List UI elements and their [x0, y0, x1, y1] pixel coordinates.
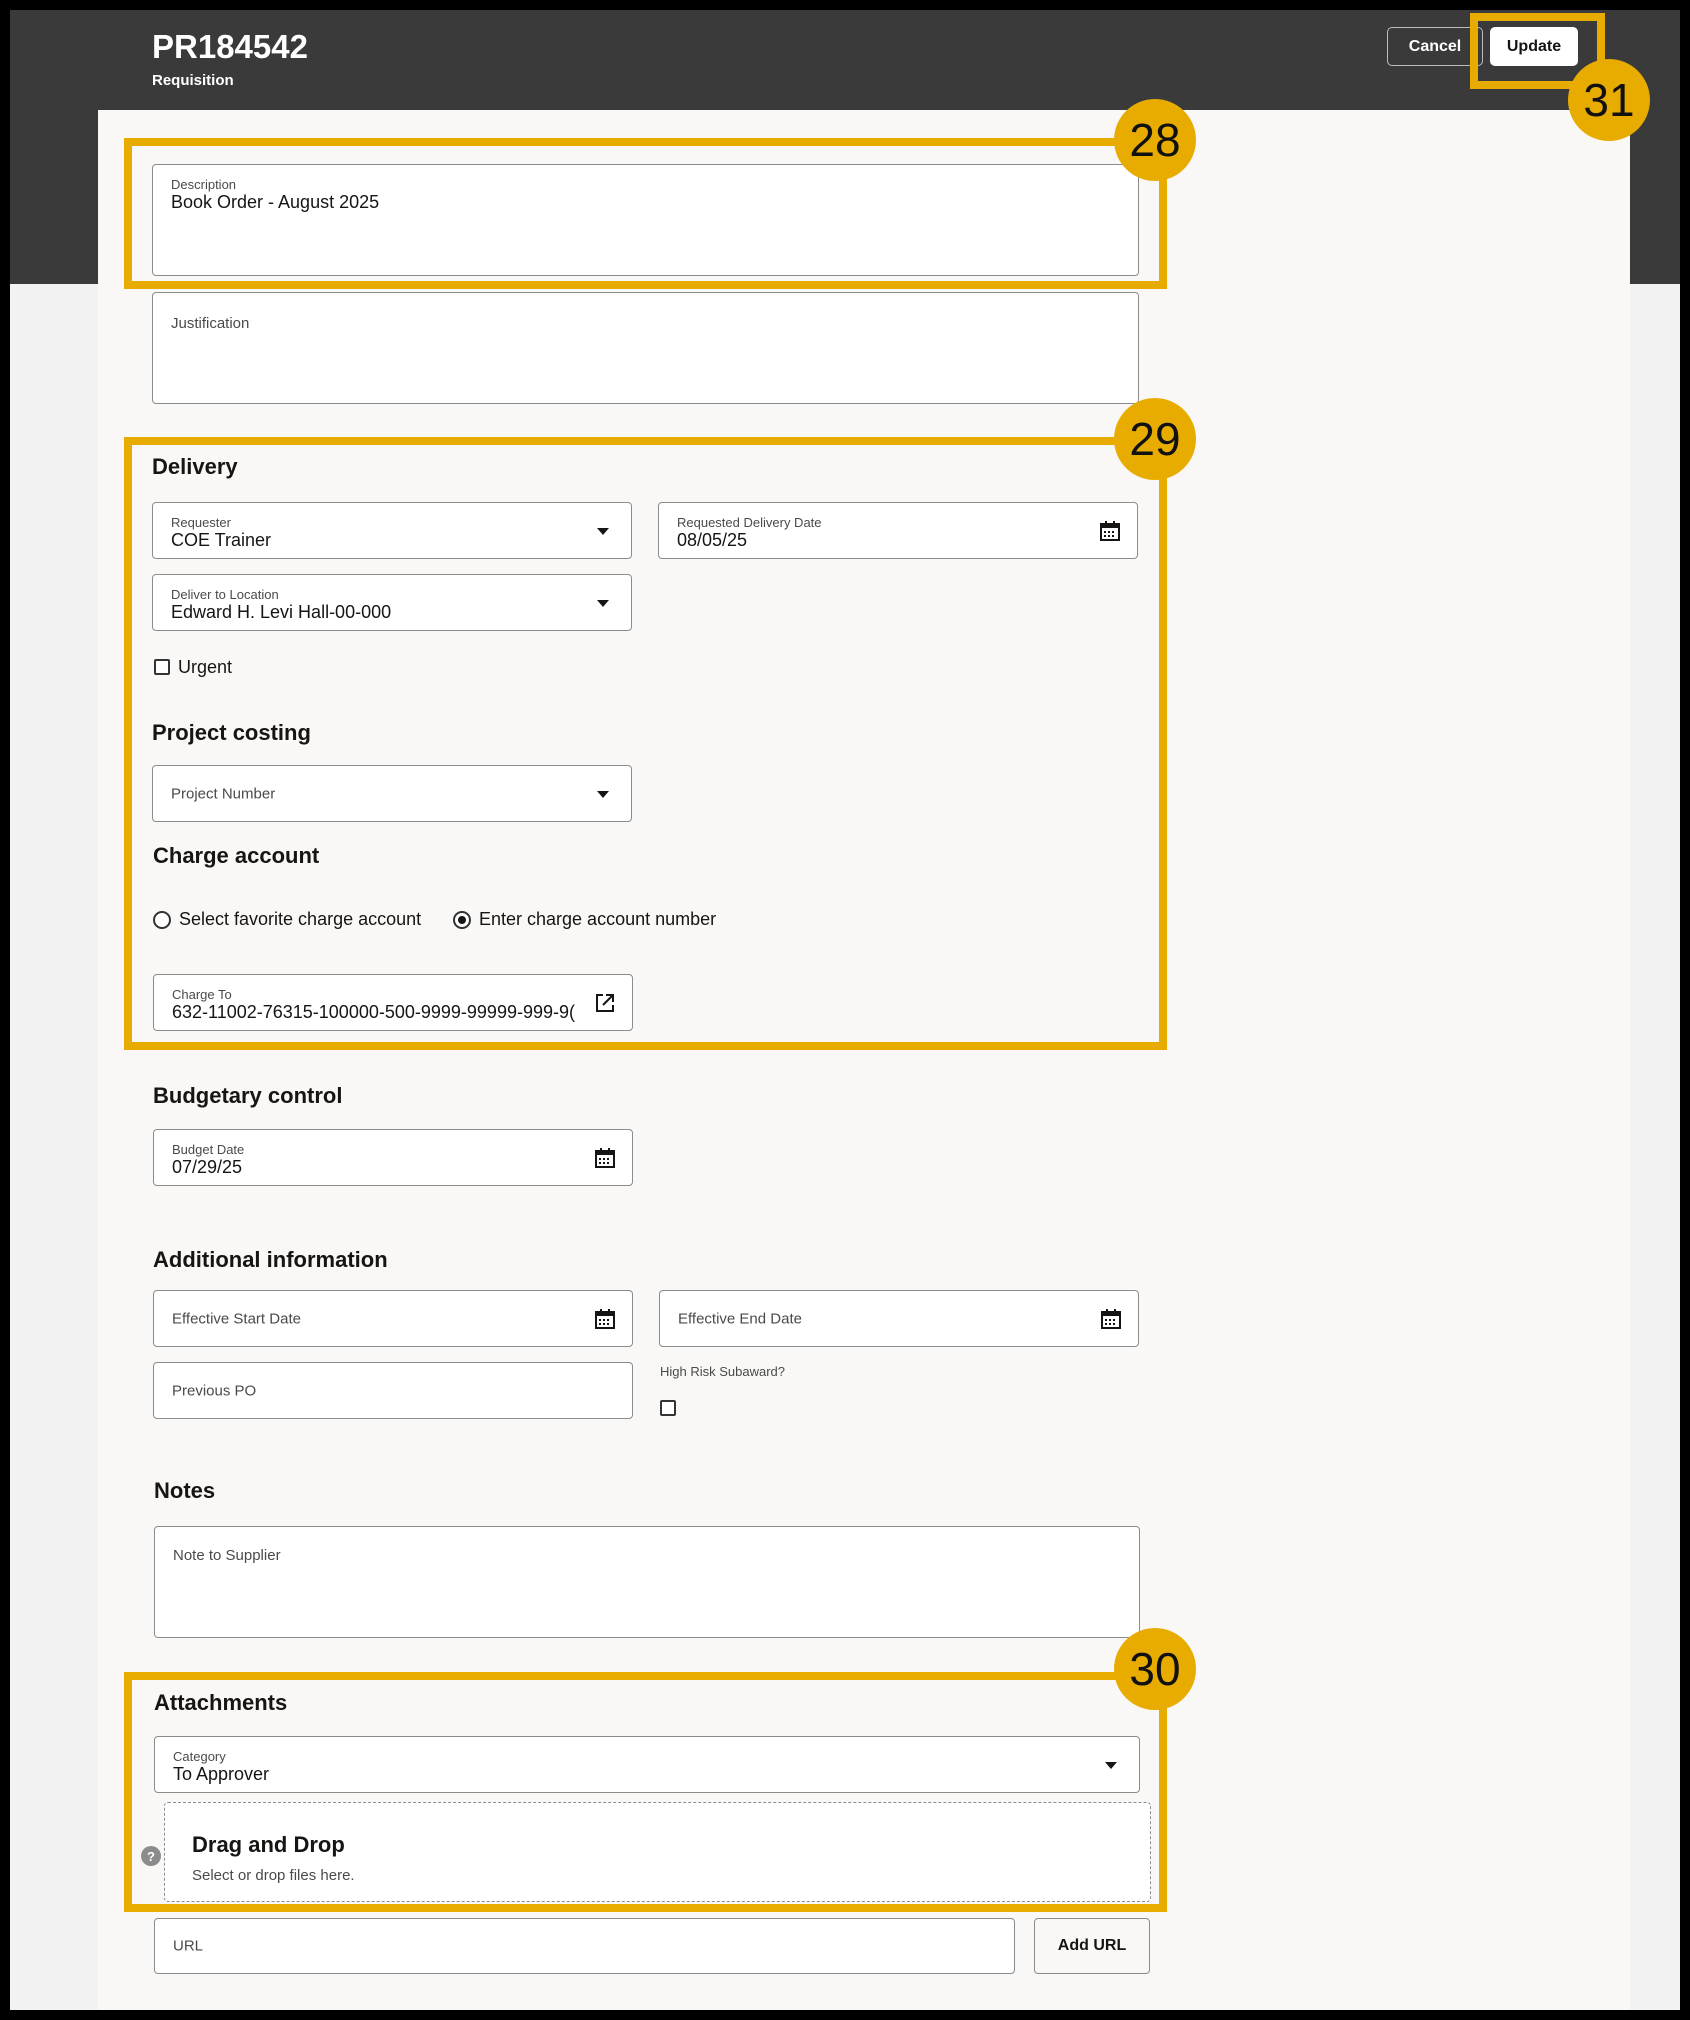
cancel-button[interactable]: Cancel	[1387, 27, 1483, 66]
calendar-icon[interactable]	[594, 1147, 616, 1169]
additional-information-heading: Additional information	[153, 1247, 388, 1272]
callout-badge-28: 28	[1114, 99, 1196, 181]
calendar-icon[interactable]	[1100, 1308, 1122, 1330]
page-subtitle: Requisition	[152, 72, 234, 89]
calendar-icon[interactable]	[594, 1308, 616, 1330]
budgetary-control-heading: Budgetary control	[153, 1083, 343, 1108]
add-url-button[interactable]: Add URL	[1034, 1918, 1150, 1974]
justification-field[interactable]: Justification	[152, 292, 1139, 404]
url-placeholder: URL	[173, 1937, 204, 1955]
notes-heading: Notes	[154, 1478, 216, 1503]
page: PR184542 Requisition Cancel Update Descr…	[10, 10, 1680, 2010]
budget-date-label: Budget Date	[172, 1142, 245, 1157]
previous-po-placeholder: Previous PO	[172, 1382, 257, 1399]
page-title: PR184542	[152, 28, 308, 65]
high-risk-subaward-label: High Risk Subaward?	[660, 1364, 786, 1379]
effective-end-date-placeholder: Effective End Date	[678, 1310, 802, 1327]
budget-date-value: 07/29/25	[172, 1157, 243, 1177]
callout-box-30	[124, 1672, 1167, 1912]
high-risk-subaward-checkbox[interactable]	[660, 1400, 676, 1416]
note-to-supplier-placeholder: Note to Supplier	[173, 1547, 281, 1564]
callout-box-29	[124, 437, 1167, 1050]
budget-date-field[interactable]: Budget Date 07/29/25	[153, 1129, 633, 1186]
note-to-supplier-field[interactable]: Note to Supplier	[154, 1526, 1140, 1638]
effective-start-date-field[interactable]: Effective Start Date	[153, 1290, 633, 1347]
callout-badge-30: 30	[1114, 1628, 1196, 1710]
justification-placeholder: Justification	[171, 315, 250, 332]
callout-badge-31: 31	[1568, 59, 1650, 141]
callout-box-28	[124, 138, 1167, 289]
effective-end-date-field[interactable]: Effective End Date	[659, 1290, 1139, 1347]
effective-start-date-placeholder: Effective Start Date	[172, 1310, 301, 1327]
callout-badge-29: 29	[1114, 398, 1196, 480]
url-input[interactable]: URL	[154, 1918, 1015, 1974]
previous-po-field[interactable]: Previous PO	[153, 1362, 633, 1419]
